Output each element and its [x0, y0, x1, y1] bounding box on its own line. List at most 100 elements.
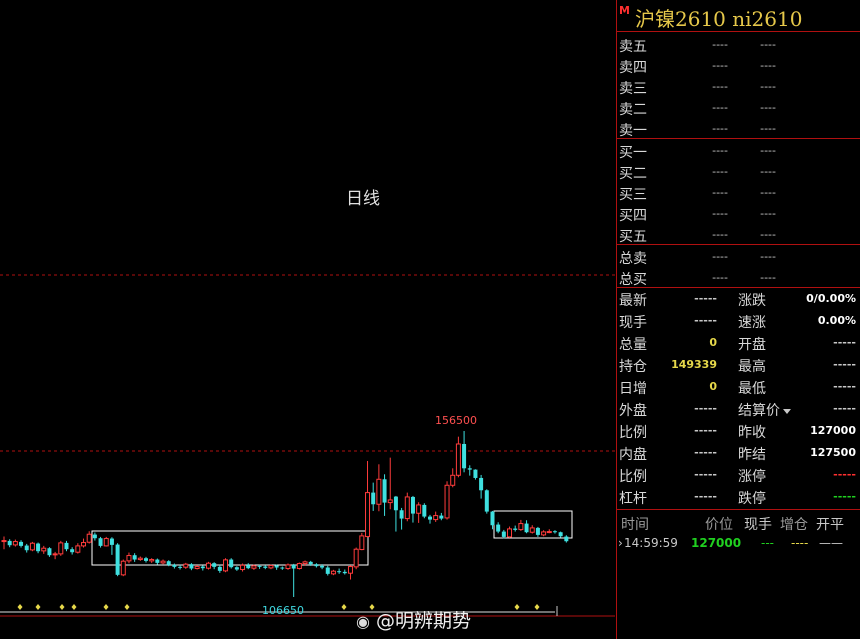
book-label: 买一: [619, 145, 647, 161]
trade-oi: ----: [791, 536, 809, 550]
stat-label: 最高: [738, 359, 766, 375]
candle-body: [325, 567, 330, 574]
candle-body: [342, 571, 347, 574]
candle-body: [70, 549, 75, 553]
candle-body: [433, 515, 439, 521]
stat-row: 比例 -----: [617, 420, 721, 442]
book-volume: ----: [760, 165, 776, 178]
candle-body: [81, 542, 87, 547]
candle-body: [501, 531, 506, 537]
book-volume: ----: [760, 80, 776, 93]
candle-body: [308, 561, 313, 565]
candle-body: [183, 563, 189, 568]
trade-arrow-icon: ›: [618, 536, 623, 550]
trades-header-vol: 现手: [744, 517, 772, 533]
low-price-label: 106650: [262, 604, 304, 617]
date-marker-icon: [71, 604, 77, 610]
candle-body: [268, 565, 274, 569]
stat-value: -----: [694, 314, 717, 327]
stat-row: 昨结 127500: [736, 442, 860, 464]
candle-body: [36, 543, 41, 552]
stat-row: 内盘 -----: [617, 442, 721, 464]
book-volume: ----: [760, 38, 776, 51]
candle-body: [524, 523, 529, 533]
stats-section: 最新 ----- 现手 ----- 总量 0 持仓 149339 日增 0 外盘 ----- 比例 ---…: [617, 288, 860, 510]
candle-body: [19, 541, 24, 546]
candle-body: [29, 542, 35, 551]
book-price: ----: [712, 101, 728, 114]
candle-body: [229, 559, 234, 568]
candle-body: [552, 531, 557, 533]
candle-body: [484, 490, 489, 512]
book-price: ----: [712, 228, 728, 241]
stat-value: 0: [709, 336, 717, 349]
stat-label: 比例: [619, 469, 647, 485]
trade-vol: ---: [761, 536, 774, 550]
candle-body: [302, 561, 308, 565]
book-row: 买四 ---- ----: [617, 203, 860, 224]
totals-section: 总卖 ---- ---- 总买 ---- ----: [617, 245, 860, 288]
candle-body: [251, 565, 257, 569]
candle-body: [194, 566, 200, 570]
book-row: 买三 ---- ----: [617, 182, 860, 203]
candle-body: [64, 542, 69, 550]
date-marker-icon: [534, 604, 540, 610]
book-price: ----: [712, 80, 728, 93]
candle-body: [320, 565, 325, 568]
candle-body: [296, 563, 302, 570]
candle-body: [347, 566, 353, 574]
candle-body: [462, 443, 467, 469]
date-marker-icon: [124, 604, 130, 610]
candle-body: [41, 547, 47, 552]
stat-row: 开盘 -----: [736, 332, 860, 354]
stat-row: 总量 0: [617, 332, 721, 354]
candle-body: [223, 559, 229, 572]
stat-row: 涨跌 0/0.00%: [736, 288, 860, 310]
candle-body: [234, 567, 239, 570]
candle-body: [564, 536, 569, 542]
candle-body: [450, 474, 456, 486]
candle-body: [467, 468, 472, 470]
candle-body: [314, 564, 319, 567]
book-price: ----: [712, 186, 728, 199]
candles-group: [1, 431, 569, 597]
candle-body: [353, 548, 359, 568]
book-price: ----: [712, 165, 728, 178]
candle-body: [280, 567, 285, 569]
dropdown-caret-icon[interactable]: [783, 408, 791, 414]
trades-header-price: 价位: [705, 517, 733, 533]
contract-title[interactable]: 沪镍2610 ni2610: [635, 3, 802, 32]
candle-body: [86, 533, 92, 543]
candle-body: [240, 564, 246, 571]
candle-body: [58, 542, 64, 555]
candle-body: [529, 527, 535, 533]
book-row: 卖三 ---- ----: [617, 76, 860, 97]
stat-value: -----: [694, 490, 717, 503]
candle-body: [103, 538, 109, 547]
candle-body: [479, 477, 484, 491]
candle-body: [246, 565, 251, 569]
book-row: 总买 ---- ----: [617, 267, 860, 288]
bid-section: 买一 ---- ---- 买二 ---- ---- 买三 ---- ---- 买四 ---- ----…: [617, 139, 860, 245]
watermark-text: @明辨期势: [376, 610, 472, 632]
market-mark: M: [619, 4, 630, 17]
book-label: 卖二: [619, 102, 647, 118]
candle-body: [200, 566, 205, 569]
candle-body: [337, 571, 342, 573]
stat-label: 速涨: [738, 315, 766, 331]
candle-body: [399, 510, 404, 519]
book-price: ----: [712, 122, 728, 135]
kline-chart[interactable]: 日线 156500 106650: [0, 0, 615, 639]
stat-label: 开盘: [738, 337, 766, 353]
stat-row: 现手 -----: [617, 310, 721, 332]
book-label: 买三: [619, 187, 647, 203]
book-price: ----: [712, 38, 728, 51]
book-label: 总买: [619, 272, 647, 288]
trades-header-flag: 开平: [816, 517, 844, 533]
book-label: 买二: [619, 166, 647, 182]
stat-row: 速涨 0.00%: [736, 310, 860, 332]
book-volume: ----: [760, 144, 776, 157]
stat-value: -----: [833, 358, 856, 371]
candle-body: [371, 492, 376, 505]
book-row: 卖一 ---- ----: [617, 118, 860, 139]
